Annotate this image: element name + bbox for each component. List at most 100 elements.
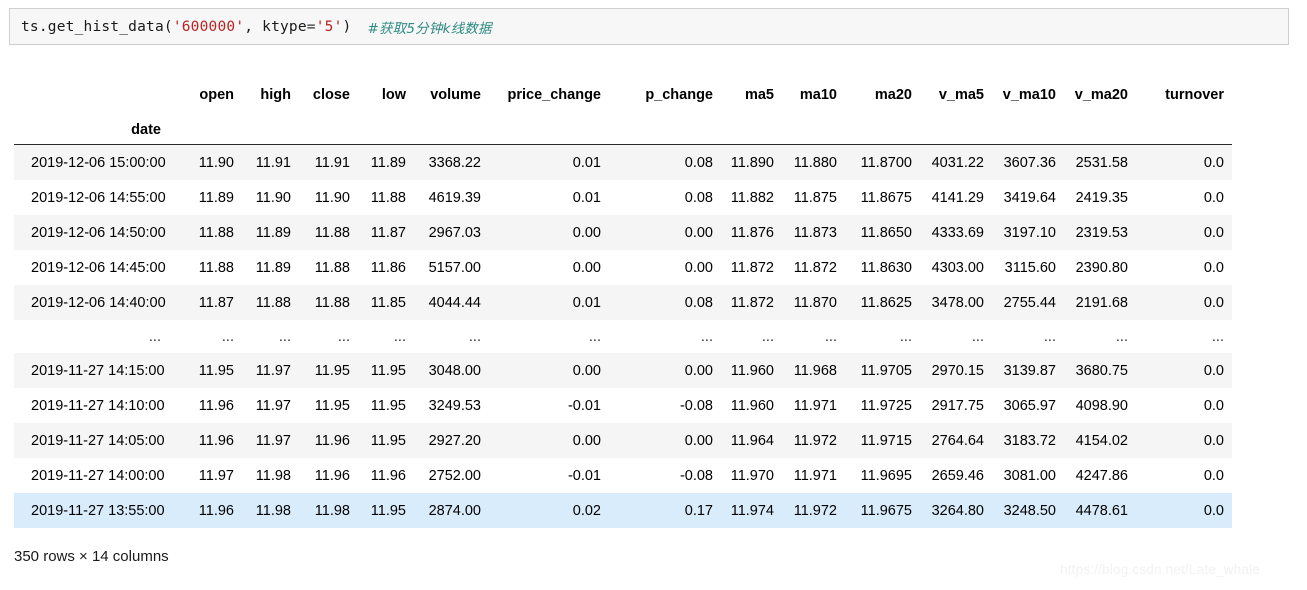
table-cell-v_ma5: 3478.00: [931, 294, 984, 311]
table-cell-low: 11.95: [370, 397, 406, 414]
table-cell-high: 11.97: [255, 397, 291, 414]
table-cell-price_change: ...: [588, 328, 601, 345]
table-cell-volume: 2967.03: [428, 224, 481, 241]
table-cell-price_change: 0.00: [572, 259, 601, 276]
code-string-literal-ktype: '5': [315, 18, 343, 35]
index-row-spacer-7: [609, 105, 721, 145]
table-cell-ma10: ...: [824, 328, 837, 345]
column-header-ma10: ma10: [799, 87, 837, 103]
table-cell-v_ma5: 3264.80: [931, 502, 984, 519]
index-row-spacer-14: [1136, 105, 1232, 145]
index-row-spacer-2: [242, 105, 299, 145]
index-row-spacer-11: [920, 105, 992, 145]
table-cell-index: 2019-11-27 13:55:00: [31, 502, 165, 519]
table-cell-v_ma5: 4141.29: [931, 189, 984, 206]
table-row: 2019-11-27 13:55:00 11.96 11.98 11.98 11.95 2…: [14, 493, 1232, 528]
column-header-turnover: turnover: [1165, 87, 1224, 103]
table-cell-ma5: 11.960: [730, 397, 774, 414]
table-cell-p_change: 0.00: [684, 362, 713, 379]
column-header-close: close: [312, 87, 350, 103]
table-cell-v_ma5: 4031.22: [931, 154, 984, 171]
code-comma: ,: [244, 18, 263, 35]
table-cell-turnover: 0.0: [1203, 467, 1224, 484]
table-cell-low: 11.95: [370, 362, 406, 379]
table-cell-v_ma10: 3248.50: [1003, 502, 1056, 519]
table-cell-high: 11.89: [255, 259, 291, 276]
column-header-ma20: ma20: [874, 87, 912, 103]
table-cell-open: 11.88: [198, 224, 234, 241]
table-cell-close: 11.96: [314, 432, 350, 449]
table-cell-ma20: 11.8625: [860, 294, 912, 311]
table-row: 2019-12-06 15:00:00 11.90 11.91 11.91 11.89 3…: [14, 144, 1232, 180]
index-row-spacer-13: [1064, 105, 1136, 145]
table-cell-close: 11.95: [314, 397, 350, 414]
table-cell-p_change: 0.00: [684, 224, 713, 241]
table-cell-ma20: 11.8650: [860, 224, 912, 241]
table-cell-price_change: -0.01: [567, 397, 601, 414]
table-cell-ma5: 11.970: [730, 467, 774, 484]
table-cell-ma20: 11.8700: [860, 154, 912, 171]
table-cell-v_ma20: 2531.58: [1075, 154, 1128, 171]
table-cell-volume: 3368.22: [428, 154, 481, 171]
table-cell-v_ma10: 3139.87: [1003, 362, 1056, 379]
dataframe-body: 2019-12-06 15:00:00 11.90 11.91 11.91 11.89 3…: [14, 144, 1232, 528]
table-row: 2019-11-27 14:00:00 11.97 11.98 11.96 11.96 2…: [14, 458, 1232, 493]
table-cell-turnover: 0.0: [1203, 362, 1224, 379]
table-cell-low: 11.89: [370, 154, 406, 171]
table-cell-close: 11.95: [314, 362, 350, 379]
table-cell-price_change: 0.01: [572, 154, 601, 171]
table-cell-p_change: 0.17: [684, 502, 713, 519]
table-cell-v_ma10: 3607.36: [1003, 154, 1056, 171]
table-cell-high: ...: [278, 328, 291, 345]
table-cell-close: 11.96: [314, 467, 350, 484]
table-cell-v_ma5: 2764.64: [931, 432, 984, 449]
table-cell-ma10: 11.873: [793, 224, 837, 241]
table-cell-v_ma10: 3065.97: [1003, 397, 1056, 414]
table-cell-ma20: 11.8675: [860, 189, 912, 206]
table-cell-high: 11.97: [255, 362, 291, 379]
table-row: 2019-11-27 14:15:00 11.95 11.97 11.95 11.95 3…: [14, 353, 1232, 388]
table-row: 2019-11-27 14:10:00 11.96 11.97 11.95 11.95 3…: [14, 388, 1232, 423]
index-row-spacer-9: [782, 105, 845, 145]
table-cell-ma10: 11.875: [793, 189, 837, 206]
table-cell-ma20: ...: [899, 328, 912, 345]
table-cell-turnover: 0.0: [1203, 502, 1224, 519]
table-cell-open: 11.96: [198, 502, 234, 519]
table-cell-open: 11.90: [198, 154, 234, 171]
table-cell-index: 2019-11-27 14:00:00: [31, 467, 165, 484]
table-cell-v_ma20: 3680.75: [1075, 362, 1128, 379]
column-header-volume: volume: [430, 87, 481, 103]
table-cell-v_ma10: 3115.60: [1004, 259, 1056, 276]
table-cell-ma10: 11.872: [793, 259, 837, 276]
table-cell-price_change: 0.01: [572, 294, 601, 311]
table-cell-low: 11.95: [370, 502, 406, 519]
table-cell-price_change: 0.02: [572, 502, 601, 519]
table-cell-ma5: 11.960: [730, 362, 774, 379]
table-cell-ma10: 11.880: [793, 154, 837, 171]
dataframe-table: open high close low volume price_change …: [14, 70, 1232, 528]
table-cell-volume: 4044.44: [428, 294, 481, 311]
table-cell-v_ma5: 4333.69: [931, 224, 984, 241]
table-cell-turnover: 0.0: [1203, 154, 1224, 171]
table-cell-high: 11.91: [255, 154, 291, 171]
table-cell-open: 11.96: [198, 432, 234, 449]
index-row-spacer-8: [721, 105, 782, 145]
table-cell-ma10: 11.971: [793, 467, 837, 484]
table-cell-ma5: 11.872: [730, 259, 774, 276]
table-cell-volume: 2752.00: [428, 467, 481, 484]
table-cell-v_ma10: 3197.10: [1003, 224, 1056, 241]
dataframe-header: open high close low volume price_change …: [14, 70, 1232, 145]
table-cell-index: 2019-12-06 14:45:00: [31, 259, 166, 276]
table-cell-ma5: 11.964: [730, 432, 774, 449]
table-cell-turnover: 0.0: [1203, 224, 1224, 241]
code-input-cell[interactable]: ts.get_hist_data('600000', ktype = '5') #获取…: [9, 8, 1289, 45]
table-cell-v_ma5: 4303.00: [931, 259, 984, 276]
table-cell-index: 2019-12-06 14:40:00: [31, 294, 166, 311]
table-cell-v_ma5: 2659.46: [931, 467, 984, 484]
index-row-spacer-4: [358, 105, 414, 145]
table-cell-v_ma10: 2755.44: [1003, 294, 1056, 311]
table-cell-close: 11.88: [314, 294, 350, 311]
column-header-high: high: [260, 87, 291, 103]
index-row-spacer-5: [414, 105, 489, 145]
table-cell-v_ma20: 4247.86: [1075, 467, 1128, 484]
